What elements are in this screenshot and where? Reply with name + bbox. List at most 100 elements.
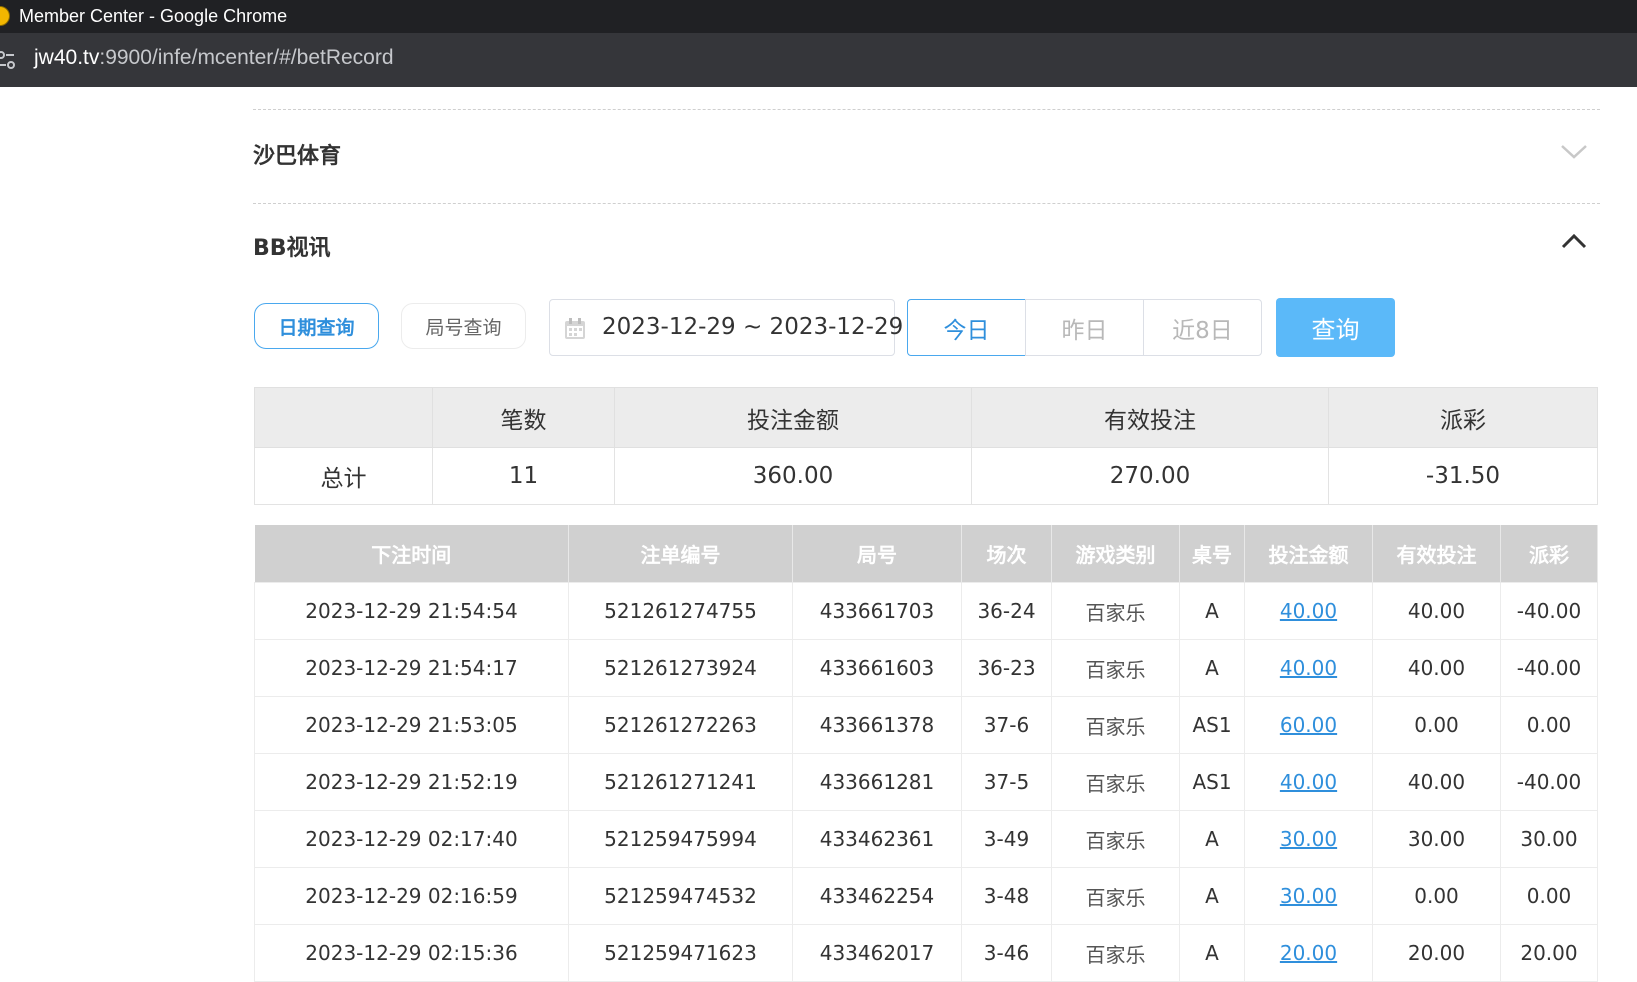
section-title-saba[interactable]: 沙巴体育 [253, 138, 341, 170]
window-title: Member Center - Google Chrome [19, 6, 288, 26]
cell-round-number: 433661378 [792, 696, 962, 754]
table-row: 2023-12-29 21:54:17 521261273924 4336616… [254, 639, 1598, 697]
query-button[interactable]: 查询 [1276, 298, 1395, 357]
cell-bet-time: 2023-12-29 02:15:36 [254, 924, 569, 982]
cell-round-number: 433462017 [792, 924, 962, 982]
cell-order-number: 521259471623 [568, 924, 793, 982]
cell-session: 36-24 [961, 582, 1052, 640]
date-range-picker[interactable]: 2023-12-29 ~ 2023-12-29 [549, 299, 903, 356]
cell-valid-bet: 40.00 [1372, 582, 1501, 640]
cell-payout: 0.00 [1500, 867, 1598, 925]
summary-count: 11 [432, 447, 615, 505]
cell-table-number: A [1179, 639, 1245, 697]
tab-date-query[interactable]: 日期查询 [254, 303, 379, 349]
summary-bet: 360.00 [614, 447, 972, 505]
cell-session: 36-23 [961, 639, 1052, 697]
cell-round-number: 433462361 [792, 810, 962, 868]
cell-bet-time: 2023-12-29 21:52:19 [254, 753, 569, 811]
bet-amount-link[interactable]: 20.00 [1244, 924, 1373, 982]
bet-amount-link[interactable]: 30.00 [1244, 810, 1373, 868]
summary-label: 总计 [254, 447, 433, 505]
url-path: :9900/infe/mcenter/#/betRecord [99, 46, 394, 69]
table-row: 2023-12-29 21:52:19 521261271241 4336612… [254, 753, 1598, 811]
cell-game-type: 百家乐 [1051, 924, 1180, 982]
site-info-icon[interactable] [0, 47, 16, 73]
address-bar[interactable]: jw40.tv:9900/infe/mcenter/#/betRecord [0, 33, 1637, 87]
cell-table-number: A [1179, 810, 1245, 868]
cell-table-number: A [1179, 924, 1245, 982]
today-button[interactable]: 今日 [907, 299, 1026, 356]
cell-valid-bet: 40.00 [1372, 753, 1501, 811]
bet-records-table: 下注时间 注单编号 局号 场次 游戏类别 桌号 投注金额 有效投注 派彩 202… [254, 525, 1598, 982]
header-order-number[interactable]: 注单编号 [568, 525, 793, 583]
tab-round-query[interactable]: 局号查询 [401, 303, 526, 349]
cell-order-number: 521259474532 [568, 867, 793, 925]
header-bet-amount[interactable]: 投注金额 [1244, 525, 1373, 583]
cell-table-number: AS1 [1179, 696, 1245, 754]
cell-session: 37-5 [961, 753, 1052, 811]
cell-session: 3-49 [961, 810, 1052, 868]
last-8-days-button[interactable]: 近8日 [1143, 299, 1262, 356]
cell-valid-bet: 40.00 [1372, 639, 1501, 697]
section-title-bb[interactable]: BB视讯 [253, 230, 331, 262]
chevron-up-icon[interactable] [1560, 232, 1588, 250]
cell-valid-bet: 0.00 [1372, 867, 1501, 925]
cell-payout: -40.00 [1500, 639, 1598, 697]
cell-round-number: 433661603 [792, 639, 962, 697]
cell-round-number: 433661281 [792, 753, 962, 811]
cell-game-type: 百家乐 [1051, 867, 1180, 925]
cell-game-type: 百家乐 [1051, 639, 1180, 697]
cell-session: 3-46 [961, 924, 1052, 982]
table-row: 2023-12-29 02:15:36 521259471623 4334620… [254, 924, 1598, 982]
summary-total-row: 总计 11 360.00 270.00 -31.50 [254, 447, 1598, 505]
calendar-icon [565, 318, 585, 339]
cell-game-type: 百家乐 [1051, 696, 1180, 754]
cell-bet-time: 2023-12-29 02:16:59 [254, 867, 569, 925]
table-row: 2023-12-29 21:54:54 521261274755 4336617… [254, 582, 1598, 640]
cell-bet-time: 2023-12-29 02:17:40 [254, 810, 569, 868]
cell-bet-time: 2023-12-29 21:54:17 [254, 639, 569, 697]
cell-valid-bet: 30.00 [1372, 810, 1501, 868]
bet-amount-link[interactable]: 40.00 [1244, 639, 1373, 697]
summary-header-bet: 投注金额 [614, 387, 972, 448]
cell-round-number: 433462254 [792, 867, 962, 925]
records-header-row: 下注时间 注单编号 局号 场次 游戏类别 桌号 投注金额 有效投注 派彩 [254, 525, 1598, 583]
bet-amount-link[interactable]: 40.00 [1244, 582, 1373, 640]
bet-amount-link[interactable]: 40.00 [1244, 753, 1373, 811]
cell-session: 37-6 [961, 696, 1052, 754]
header-round-number[interactable]: 局号 [792, 525, 962, 583]
header-table-number[interactable]: 桌号 [1179, 525, 1245, 583]
summary-header-valid: 有效投注 [971, 387, 1329, 448]
cell-table-number: AS1 [1179, 753, 1245, 811]
cell-round-number: 433661703 [792, 582, 962, 640]
summary-header-blank [254, 387, 433, 448]
chevron-down-icon[interactable] [1560, 143, 1588, 161]
url-text[interactable]: jw40.tv:9900/infe/mcenter/#/betRecord [34, 46, 394, 70]
summary-header-payout: 派彩 [1328, 387, 1598, 448]
yesterday-button[interactable]: 昨日 [1025, 299, 1144, 356]
summary-payout: -31.50 [1328, 447, 1598, 505]
header-game-type[interactable]: 游戏类别 [1051, 525, 1180, 583]
cell-order-number: 521261274755 [568, 582, 793, 640]
table-row: 2023-12-29 02:17:40 521259475994 4334623… [254, 810, 1598, 868]
cell-order-number: 521259475994 [568, 810, 793, 868]
cell-valid-bet: 20.00 [1372, 924, 1501, 982]
cell-bet-time: 2023-12-29 21:54:54 [254, 582, 569, 640]
cell-valid-bet: 0.00 [1372, 696, 1501, 754]
summary-header-count: 笔数 [432, 387, 615, 448]
cell-order-number: 521261271241 [568, 753, 793, 811]
url-host: jw40.tv [34, 46, 100, 69]
bet-amount-link[interactable]: 60.00 [1244, 696, 1373, 754]
cell-order-number: 521261273924 [568, 639, 793, 697]
header-bet-time[interactable]: 下注时间 [254, 525, 569, 583]
cell-payout: -40.00 [1500, 753, 1598, 811]
cell-table-number: A [1179, 582, 1245, 640]
header-payout[interactable]: 派彩 [1500, 525, 1598, 583]
header-valid-bet[interactable]: 有效投注 [1372, 525, 1501, 583]
cell-table-number: A [1179, 867, 1245, 925]
cell-game-type: 百家乐 [1051, 582, 1180, 640]
bet-amount-link[interactable]: 30.00 [1244, 867, 1373, 925]
header-session[interactable]: 场次 [961, 525, 1052, 583]
divider [253, 203, 1600, 204]
summary-header-row: 笔数 投注金额 有效投注 派彩 [254, 387, 1598, 448]
